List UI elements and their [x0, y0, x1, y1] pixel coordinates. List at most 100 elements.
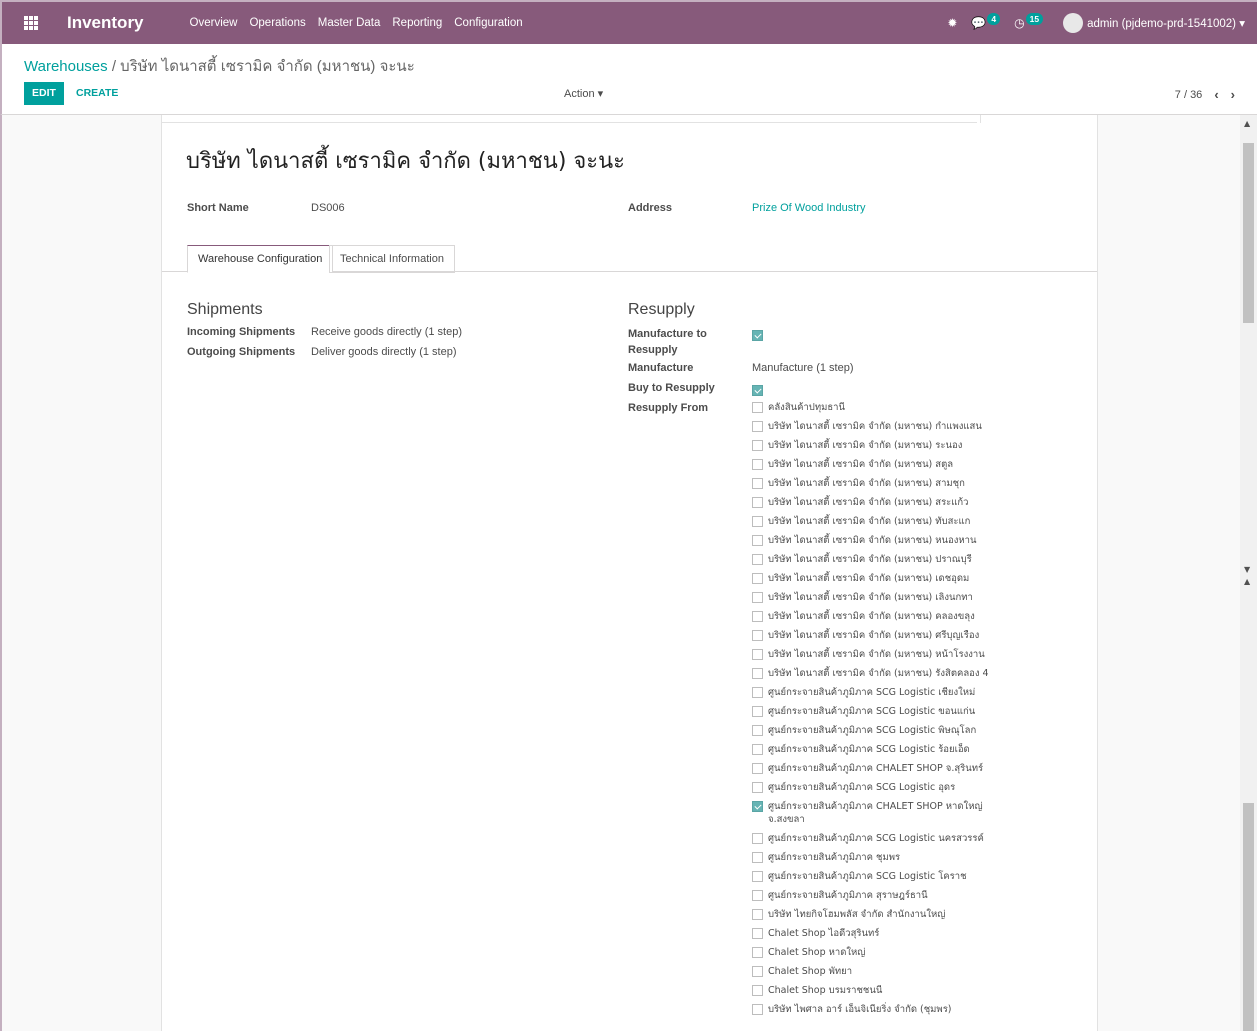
resupply-from-item[interactable]: บริษัท ไดนาสตี้ เซรามิค จำกัด (มหาชน) สา… [752, 477, 1012, 490]
resupply-from-checkbox[interactable] [752, 706, 763, 717]
resupply-from-checkbox[interactable] [752, 611, 763, 622]
resupply-from-checkbox[interactable] [752, 833, 763, 844]
scroll-thumb-bottom[interactable] [1243, 803, 1254, 1031]
resupply-from-item[interactable]: ศูนย์กระจายสินค้าภูมิภาค SCG Logistic พิ… [752, 724, 1012, 737]
resupply-from-item[interactable]: บริษัท ไดนาสตี้ เซรามิค จำกัด (มหาชน) เด… [752, 572, 1012, 585]
app-brand[interactable]: Inventory [67, 13, 144, 33]
scroll-down-icon[interactable]: ▼ [1244, 565, 1250, 574]
resupply-from-item[interactable]: บริษัท ไดนาสตี้ เซรามิค จำกัด (มหาชน) ปร… [752, 553, 1012, 566]
menu-master-data[interactable]: Master Data [318, 17, 381, 29]
resupply-from-checkbox[interactable] [752, 516, 763, 527]
activities-badge: 15 [1025, 13, 1044, 25]
buy-to-resupply-checkbox[interactable] [752, 385, 763, 396]
resupply-from-checkbox[interactable] [752, 763, 763, 774]
resupply-from-checkbox[interactable] [752, 985, 763, 996]
user-menu[interactable]: admin (pjdemo-prd-1541002) ▾ [1087, 16, 1245, 30]
resupply-from-item[interactable]: ศูนย์กระจายสินค้าภูมิภาค สุราษฎร์ธานี [752, 889, 1012, 902]
resupply-from-checkbox[interactable] [752, 852, 763, 863]
resupply-from-checkbox[interactable] [752, 592, 763, 603]
resupply-from-checkbox[interactable] [752, 459, 763, 470]
menu-configuration[interactable]: Configuration [454, 17, 522, 29]
resupply-from-checkbox[interactable] [752, 782, 763, 793]
resupply-from-checkbox[interactable] [752, 966, 763, 977]
resupply-from-checkbox[interactable] [752, 909, 763, 920]
scroll-thumb-top[interactable] [1243, 143, 1254, 323]
resupply-from-item[interactable]: ศูนย์กระจายสินค้าภูมิภาค SCG Logistic นค… [752, 832, 1012, 845]
resupply-from-list: คลังสินค้าปทุมธานีบริษัท ไดนาสตี้ เซรามิ… [752, 401, 1012, 1022]
buy-to-resupply-label: Buy to Resupply [628, 382, 715, 394]
resupply-from-checkbox[interactable] [752, 1004, 763, 1015]
resupply-from-item[interactable]: บริษัท ไดนาสตี้ เซรามิค จำกัด (มหาชน) กำ… [752, 420, 1012, 433]
resupply-from-item[interactable]: ศูนย์กระจายสินค้าภูมิภาค ชุมพร [752, 851, 1012, 864]
resupply-from-item[interactable]: Chalet Shop พัทยา [752, 965, 1012, 978]
resupply-from-checkbox[interactable] [752, 928, 763, 939]
resupply-from-item[interactable]: Chalet Shop บรมราชชนนี [752, 984, 1012, 997]
resupply-from-item[interactable]: บริษัท ไดนาสตี้ เซรามิค จำกัด (มหาชน) ระ… [752, 439, 1012, 452]
resupply-from-item[interactable]: ศูนย์กระจายสินค้าภูมิภาค SCG Logistic อุ… [752, 781, 1012, 794]
resupply-from-checkbox[interactable] [752, 649, 763, 660]
app-menu-grid-icon[interactable] [24, 16, 38, 30]
resupply-from-item[interactable]: บริษัท ไดนาสตี้ เซรามิค จำกัด (มหาชน) หน… [752, 648, 1012, 661]
resupply-from-item[interactable]: ศูนย์กระจายสินค้าภูมิภาค CHALET SHOP จ.ส… [752, 762, 1012, 775]
resupply-from-checkbox[interactable] [752, 402, 763, 413]
resupply-from-checkbox[interactable] [752, 573, 763, 584]
bug-icon[interactable]: ✹ [947, 16, 957, 30]
resupply-from-label: Resupply From [628, 402, 709, 414]
resupply-from-checkbox[interactable] [752, 421, 763, 432]
create-button[interactable]: CREATE [76, 82, 118, 105]
pager-value[interactable]: 7 / 36 [1175, 89, 1203, 101]
pager-next-icon[interactable]: › [1231, 87, 1235, 102]
resupply-from-item[interactable]: บริษัท ไดนาสตี้ เซรามิค จำกัด (มหาชน) ทั… [752, 515, 1012, 528]
resupply-from-checkbox[interactable] [752, 535, 763, 546]
top-navbar: Inventory Overview Operations Master Dat… [0, 0, 1257, 44]
resupply-from-item-label: ศูนย์กระจายสินค้าภูมิภาค SCG Logistic นค… [768, 833, 984, 844]
resupply-from-item[interactable]: บริษัท ไดนาสตี้ เซรามิค จำกัด (มหาชน) เล… [752, 591, 1012, 604]
menu-overview[interactable]: Overview [190, 17, 238, 29]
resupply-from-item[interactable]: บริษัท ไดนาสตี้ เซรามิค จำกัด (มหาชน) ศร… [752, 629, 1012, 642]
resupply-from-checkbox[interactable] [752, 744, 763, 755]
resupply-from-item[interactable]: ศูนย์กระจายสินค้าภูมิภาค SCG Logistic ร้… [752, 743, 1012, 756]
edit-button[interactable]: EDIT [24, 82, 64, 105]
menu-reporting[interactable]: Reporting [392, 17, 442, 29]
resupply-from-checkbox[interactable] [752, 687, 763, 698]
action-dropdown[interactable]: Action ▾ [564, 87, 603, 100]
pager-previous-icon[interactable]: ‹ [1214, 87, 1218, 102]
tab-warehouse-configuration[interactable]: Warehouse Configuration [187, 245, 334, 273]
resupply-from-checkbox[interactable] [752, 497, 763, 508]
resupply-from-item[interactable]: บริษัท ไดนาสตี้ เซรามิค จำกัด (มหาชน) รั… [752, 667, 1012, 680]
scrollbar[interactable]: ▲ ▼ ▲ [1240, 115, 1257, 1031]
resupply-from-item[interactable]: บริษัท ไดนาสตี้ เซรามิค จำกัด (มหาชน) สร… [752, 496, 1012, 509]
resupply-from-checkbox[interactable] [752, 947, 763, 958]
resupply-from-checkbox[interactable] [752, 630, 763, 641]
resupply-from-item[interactable]: บริษัท ไดนาสตี้ เซรามิค จำกัด (มหาชน) สต… [752, 458, 1012, 471]
resupply-from-checkbox[interactable] [752, 725, 763, 736]
breadcrumb-warehouses[interactable]: Warehouses [24, 58, 108, 75]
manufacture-to-resupply-checkbox[interactable] [752, 330, 763, 341]
messages-icon[interactable]: 💬 4 [971, 13, 1001, 30]
resupply-from-checkbox[interactable] [752, 890, 763, 901]
resupply-from-item[interactable]: ศูนย์กระจายสินค้าภูมิภาค SCG Logistic โค… [752, 870, 1012, 883]
resupply-from-item[interactable]: ศูนย์กระจายสินค้าภูมิภาค SCG Logistic เช… [752, 686, 1012, 699]
resupply-from-checkbox[interactable] [752, 871, 763, 882]
address-link[interactable]: Prize Of Wood Industry [752, 202, 866, 214]
avatar[interactable] [1063, 13, 1084, 33]
resupply-from-checkbox[interactable] [752, 478, 763, 489]
resupply-from-item[interactable]: คลังสินค้าปทุมธานี [752, 401, 1012, 414]
resupply-from-item[interactable]: บริษัท ไทยกิจโฮมพลัส จำกัด สำนักงานใหญ่ [752, 908, 1012, 921]
scroll-up-icon[interactable]: ▲ [1244, 119, 1250, 128]
activities-icon[interactable]: ◷ 15 [1014, 13, 1044, 30]
resupply-from-item[interactable]: บริษัท ไดนาสตี้ เซรามิค จำกัด (มหาชน) หน… [752, 534, 1012, 547]
scroll-up-icon-secondary[interactable]: ▲ [1244, 577, 1250, 586]
resupply-from-checkbox[interactable] [752, 801, 763, 812]
menu-operations[interactable]: Operations [249, 17, 305, 29]
resupply-from-checkbox[interactable] [752, 440, 763, 451]
resupply-from-checkbox[interactable] [752, 554, 763, 565]
resupply-from-item[interactable]: บริษัท ไพศาล อาร์ เอ็นจิเนียริ่ง จำกัด (… [752, 1003, 1012, 1016]
tab-technical-information[interactable]: Technical Information [329, 245, 455, 273]
resupply-from-item[interactable]: ศูนย์กระจายสินค้าภูมิภาค CHALET SHOP หาด… [752, 800, 1012, 826]
resupply-from-item[interactable]: Chalet Shop หาดใหญ่ [752, 946, 1012, 959]
resupply-from-item[interactable]: บริษัท ไดนาสตี้ เซรามิค จำกัด (มหาชน) คล… [752, 610, 1012, 623]
resupply-from-item[interactable]: Chalet Shop ไอดีวสุรินทร์ [752, 927, 1012, 940]
resupply-from-checkbox[interactable] [752, 668, 763, 679]
resupply-from-item[interactable]: ศูนย์กระจายสินค้าภูมิภาค SCG Logistic ขอ… [752, 705, 1012, 718]
